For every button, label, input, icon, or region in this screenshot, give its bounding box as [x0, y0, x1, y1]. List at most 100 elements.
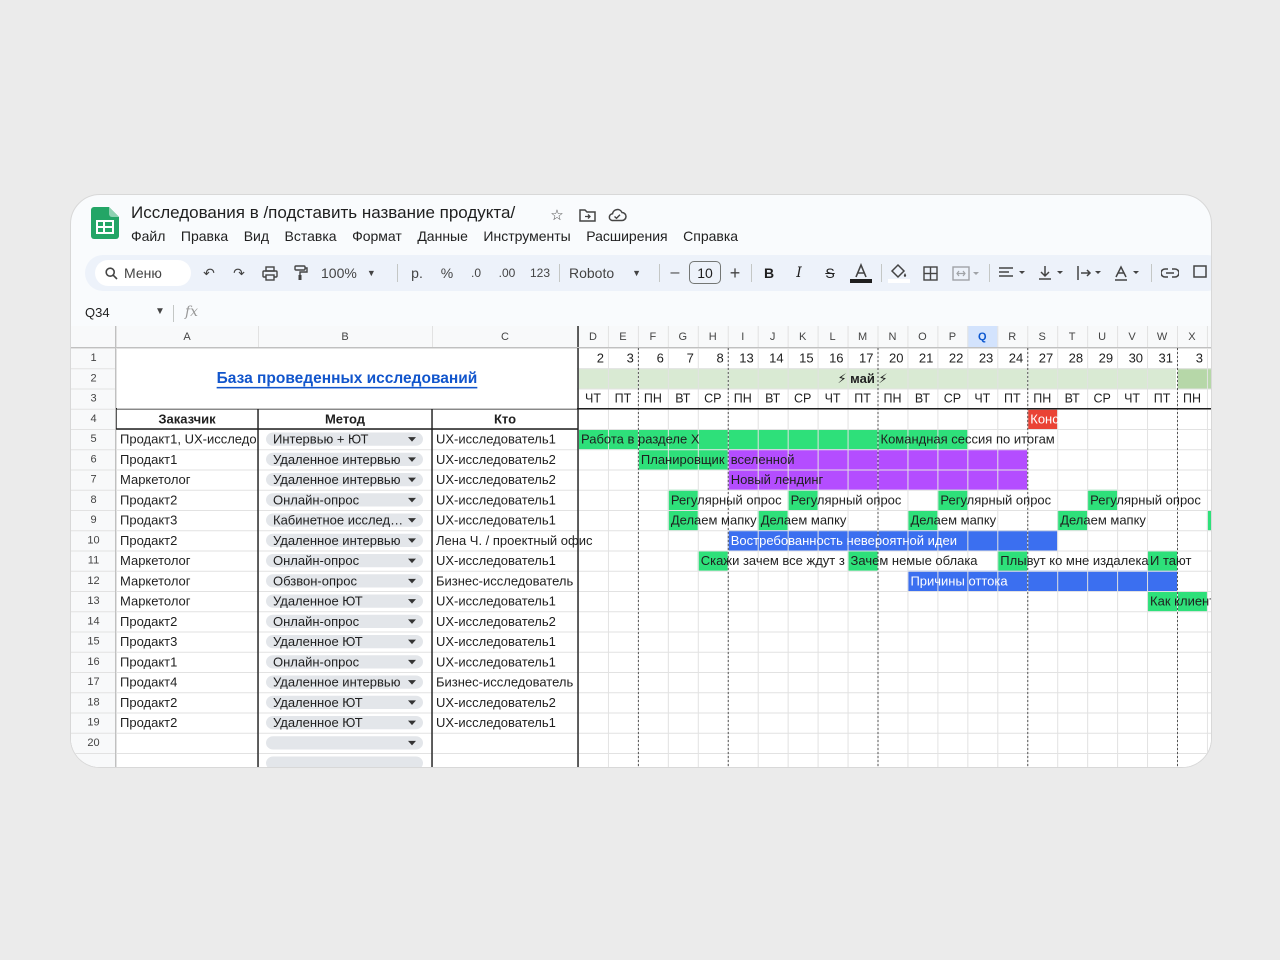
column-header-w: W	[1157, 331, 1168, 343]
print-icon[interactable]	[259, 255, 281, 291]
menu-tools[interactable]: Инструменты	[483, 227, 578, 244]
column-header-k: K	[799, 331, 807, 343]
who-cell: UX-исследователь1	[436, 432, 556, 447]
gantt-bar-label: Работа в разделе X	[581, 432, 700, 447]
chevron-down-icon[interactable]: ▼	[155, 306, 165, 317]
date-cell: 21	[919, 351, 933, 366]
method-chip-label: Удаленное ЮТ	[273, 695, 363, 710]
method-chip[interactable]	[266, 736, 423, 750]
date-cell: 8	[717, 351, 724, 366]
vertical-align-icon[interactable]	[1037, 255, 1069, 291]
horizontal-align-icon[interactable]	[997, 255, 1029, 291]
table-row[interactable]: Маркетолог Удаленное интервью UX-исследова…	[120, 472, 556, 487]
cloud-status-icon[interactable]	[605, 204, 629, 226]
increase-decimal-button[interactable]: .00	[495, 255, 519, 291]
row-number: 17	[87, 676, 99, 688]
method-chip-label: Онлайн-опрос	[273, 654, 360, 669]
row-number: 18	[87, 696, 99, 708]
insert-link-icon[interactable]	[1159, 255, 1181, 291]
insert-comment-icon[interactable]	[1189, 255, 1211, 291]
method-chip-label: Кабинетное исслед…	[273, 513, 403, 528]
star-icon[interactable]: ☆	[545, 204, 569, 226]
menu-extensions[interactable]: Расширения	[586, 227, 675, 244]
table-row[interactable]: Маркетолог Удаленное ЮТ UX-исследователь1	[120, 594, 556, 609]
strikethrough-icon[interactable]: S	[819, 255, 841, 291]
who-cell: UX-исследователь1	[436, 634, 556, 649]
weekday-cell: ЧТ	[974, 392, 990, 406]
sheet-grid-canvas[interactable]: A B C D E F G H I J K L M N O P Q R S T U V W X1234567891011121…	[71, 326, 1211, 767]
menu-view[interactable]: Вид	[244, 227, 277, 244]
borders-icon[interactable]	[919, 255, 941, 291]
number-format-button[interactable]: 123	[527, 255, 553, 291]
row-number: 15	[87, 636, 99, 648]
method-chip-label: Удаленное ЮТ	[273, 634, 363, 649]
method-chip-label: Удаленное интервью	[273, 472, 401, 487]
menu-file[interactable]: Файл	[131, 227, 173, 244]
who-cell: UX-исследователь1	[436, 492, 556, 507]
menu-search-box[interactable]: Меню	[95, 260, 191, 286]
table-header: Кто	[494, 411, 516, 426]
name-box[interactable]: Q34	[85, 305, 110, 320]
paint-format-icon[interactable]	[290, 255, 312, 291]
gantt-bar-label: Причины оттока	[910, 573, 1008, 588]
method-chip[interactable]	[266, 756, 423, 768]
table-header: Заказчик	[158, 411, 216, 426]
font-family-select[interactable]: Roboto ▼	[569, 255, 649, 291]
method-chip-label: Удаленное ЮТ	[273, 594, 363, 609]
zoom-select[interactable]: 100% ▼	[321, 255, 391, 291]
date-cell: 17	[859, 351, 873, 366]
menu-bar: Файл Правка Вид Вставка Формат Данные Ин…	[131, 227, 754, 244]
weekday-cell: ВТ	[675, 392, 691, 406]
font-size-increase-button[interactable]: +	[727, 255, 743, 291]
document-title[interactable]: Исследования в /подставить название прод…	[131, 203, 515, 223]
menu-help[interactable]: Справка	[683, 227, 745, 244]
month-band-next	[1177, 368, 1211, 389]
font-size-decrease-button[interactable]: –	[667, 255, 683, 291]
redo-icon[interactable]: ↷	[229, 255, 249, 291]
table-row[interactable]: Маркетолог Обзвон-опрос Бизнес-исследовате…	[120, 573, 573, 588]
row-number: 11	[88, 555, 99, 567]
customer-cell: Маркетолог	[120, 573, 191, 588]
weekday-cell: ПН	[644, 392, 662, 406]
sheet-grid[interactable]: A B C D E F G H I J K L M N O P Q R S T U V W X 1 2 3 4 5 6 7 8 9 10 11 12 1…	[71, 326, 1211, 767]
date-cell: 6	[657, 351, 664, 366]
row-number: 16	[87, 656, 99, 668]
date-cell: 13	[739, 351, 753, 366]
method-chip-label: Онлайн-опрос	[273, 492, 360, 507]
menu-data[interactable]: Данные	[417, 227, 475, 244]
bold-icon[interactable]: B	[759, 255, 779, 291]
date-cell: 29	[1099, 351, 1113, 366]
column-header-u: U	[1098, 331, 1106, 343]
row-number: 14	[87, 615, 99, 627]
italic-icon[interactable]: I	[789, 255, 809, 291]
text-color-icon[interactable]	[849, 255, 873, 291]
percent-format-button[interactable]: %	[437, 255, 457, 291]
row-number: 2	[90, 372, 96, 384]
text-rotation-icon[interactable]	[1113, 255, 1145, 291]
customer-cell: Продакт2	[120, 715, 177, 730]
date-cell: 3	[1196, 351, 1203, 366]
undo-icon[interactable]: ↶	[199, 255, 219, 291]
text-wrapping-icon[interactable]	[1075, 255, 1107, 291]
sheets-logo-icon[interactable]	[91, 207, 119, 239]
fill-color-icon[interactable]	[887, 255, 911, 291]
menu-edit[interactable]: Правка	[181, 227, 236, 244]
row-number: 9	[90, 514, 96, 526]
menu-format[interactable]: Формат	[352, 227, 409, 244]
weekday-cell: ПН	[883, 392, 901, 406]
table-row[interactable]	[266, 736, 423, 750]
font-size-input[interactable]: 10	[689, 261, 721, 284]
merge-cells-icon[interactable]	[949, 255, 983, 291]
date-cell: 3	[627, 351, 634, 366]
decrease-decimal-button[interactable]: .0	[465, 255, 487, 291]
weekday-cell: ПН	[1033, 392, 1051, 406]
menu-insert[interactable]: Вставка	[285, 227, 345, 244]
column-header-i: I	[741, 331, 744, 343]
gantt-bar-label: Делаем мапку	[1060, 513, 1146, 528]
currency-format-button[interactable]: р.	[405, 255, 429, 291]
move-to-folder-icon[interactable]	[575, 204, 599, 226]
column-header-q: Q	[978, 331, 987, 343]
customer-cell: Маркетолог	[120, 553, 191, 568]
table-row[interactable]: Продакт1, UX-исследователь1Интервью + ЮТ…	[120, 432, 556, 447]
table-row[interactable]: Маркетолог Онлайн-опрос UX-исследователь1	[120, 553, 556, 568]
